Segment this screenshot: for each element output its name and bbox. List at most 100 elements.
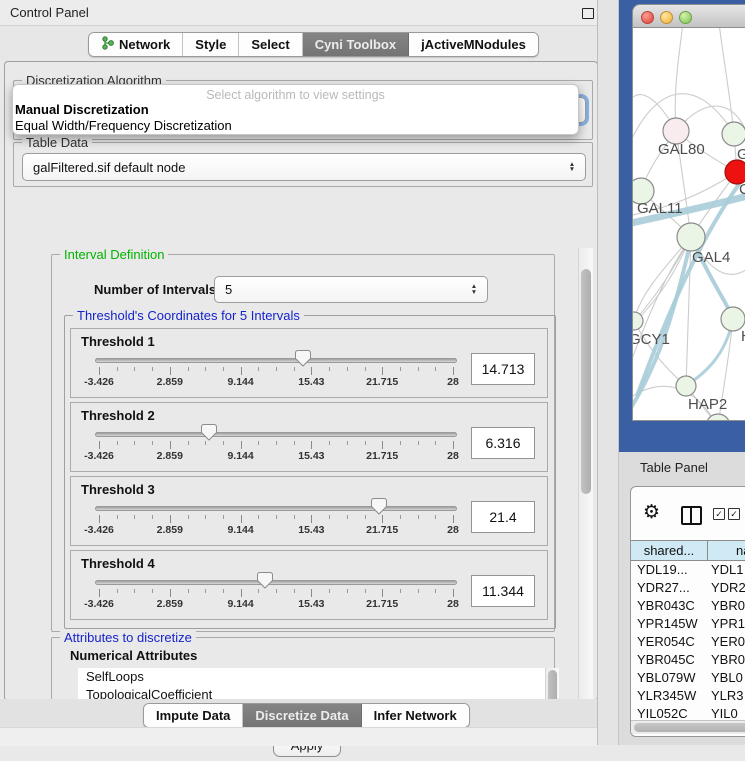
cell-name[interactable]: YPR1 [707,615,745,633]
tab-jactivemnodules[interactable]: jActiveMNodules [409,33,538,56]
slider-tick-label: -3.426 [84,376,114,388]
slider-track[interactable] [95,432,457,437]
cell-shared-name[interactable]: YDR27... [631,579,707,597]
tab-network-label: Network [119,37,170,52]
table-row[interactable]: YBR043CYBR0 [631,597,745,615]
cell-name[interactable]: YER0 [707,633,745,651]
tab-cyni-toolbox-label: Cyni Toolbox [315,37,396,52]
slider-tick-label: -3.426 [84,598,114,610]
cell-name[interactable]: YBL0 [707,669,745,687]
tab-infer-network[interactable]: Infer Network [362,704,469,727]
cell-shared-name[interactable]: YBR045C [631,651,707,669]
network-node[interactable] [722,122,745,146]
table-row[interactable]: YBR045CYBR0 [631,651,745,669]
zoom-traffic-light[interactable] [679,11,692,24]
cell-shared-name[interactable]: YER054C [631,633,707,651]
table-header-row: shared... na [631,540,745,561]
control-panel-titlebar: Control Panel ✕ [0,0,597,26]
cyni-toolbox-panel: Discretization Algorithm Table Data galF… [4,61,598,701]
slider-track[interactable] [95,580,457,585]
float-window-icon[interactable] [582,8,594,19]
tab-style[interactable]: Style [183,33,239,56]
cell-shared-name[interactable]: YBR043C [631,597,707,615]
interval-definition-group: Interval Definition Number of Intervals … [51,254,555,632]
cell-shared-name[interactable]: YBL079W [631,669,707,687]
cell-shared-name[interactable]: YDL19... [631,561,707,579]
checkbox-icon[interactable]: ✓ [728,508,740,520]
panel-divider[interactable] [597,0,619,745]
slider-thumb[interactable] [371,498,387,515]
attribute-list-item[interactable]: SelfLoops [78,668,558,686]
network-window-titlebar[interactable] [632,4,745,28]
cell-name[interactable]: YBR0 [707,651,745,669]
slider-tick-label: 28 [447,524,459,536]
column-header-shared-name[interactable]: shared... [631,541,708,560]
threshold-value-field[interactable]: 14.713 [471,353,535,385]
tab-select-label: Select [251,37,289,52]
slider-tick-label: 15.43 [298,376,324,388]
network-node[interactable] [677,223,705,251]
threshold-box-4: Threshold 4-3.4262.8599.14415.4321.71528… [70,550,548,620]
threshold-slider[interactable]: -3.4262.8599.14415.4321.71528 [95,571,457,611]
slider-tick-label: 2.859 [157,376,183,388]
checkbox-icon[interactable]: ✓ [713,508,725,520]
cell-name[interactable]: YDL1 [707,561,745,579]
slider-thumb[interactable] [295,350,311,367]
cell-name[interactable]: YLR3 [707,687,745,705]
cell-shared-name[interactable]: YLR345W [631,687,707,705]
table-horizontal-scrollbar[interactable] [631,720,745,734]
slider-tick-label: 21.715 [366,376,398,388]
tab-cyni-toolbox[interactable]: Cyni Toolbox [303,33,409,56]
algorithm-dropdown-popup: Select algorithm to view settings Manual… [12,84,579,135]
table-row[interactable]: YBL079WYBL0 [631,669,745,687]
cell-name[interactable]: YBR0 [707,597,745,615]
tab-network[interactable]: Network [89,33,183,56]
table-row[interactable]: YER054CYER0 [631,633,745,651]
table-row[interactable]: YPR145WYPR1 [631,615,745,633]
threshold-value-field[interactable]: 6.316 [471,427,535,459]
algorithm-option-equal-width[interactable]: Equal Width/Frequency Discretization [13,118,578,134]
threshold-slider[interactable]: -3.4262.8599.14415.4321.71528 [95,423,457,463]
combo-stepper-icon: ▲▼ [567,162,577,173]
number-of-intervals-combobox[interactable]: 5 ▲▼ [214,276,488,303]
minimize-traffic-light[interactable] [660,11,673,24]
threshold-slider[interactable]: -3.4262.8599.14415.4321.71528 [95,497,457,537]
table-row[interactable]: YLR345WYLR3 [631,687,745,705]
column-header-name[interactable]: na [708,541,745,560]
slider-tick-label: 9.144 [227,450,253,462]
top-tab-bar: Network Style Select Cyni Toolbox jActiv… [88,32,539,57]
network-view-canvas[interactable]: GAL80GACGAL11GAL4GCY1HHAP2 [632,28,745,421]
tab-infer-network-label: Infer Network [374,708,457,723]
close-traffic-light[interactable] [641,11,654,24]
cell-name[interactable]: YIL0 [707,705,745,720]
table-row[interactable]: YDL19...YDL1 [631,561,745,579]
table-row[interactable]: YIL052CYIL0 [631,705,745,720]
slider-track[interactable] [95,358,457,363]
slider-thumb[interactable] [257,572,273,589]
cell-name[interactable]: YDR2 [707,579,745,597]
slider-track[interactable] [95,506,457,511]
algorithm-option-manual[interactable]: Manual Discretization [13,102,578,118]
gear-icon[interactable]: ⚙ [643,501,660,524]
table-data-combobox[interactable]: galFiltered.sif default node ▲▼ [22,153,586,181]
slider-tick-label: 2.859 [157,450,183,462]
table-row[interactable]: YDR27...YDR2 [631,579,745,597]
slider-tick-label: 2.859 [157,598,183,610]
tab-select[interactable]: Select [239,33,302,56]
network-node[interactable] [676,376,696,396]
table-panel-region: Table Panel ⚙ ✓ ✓ shared... na YDL19...Y… [619,452,745,745]
tab-discretize-data[interactable]: Discretize Data [243,704,361,727]
threshold-box-1: Threshold 1-3.4262.8599.14415.4321.71528… [70,328,548,398]
cell-shared-name[interactable]: YPR145W [631,615,707,633]
threshold-value-field[interactable]: 11.344 [471,575,535,607]
interval-definition-title: Interval Definition [60,248,168,262]
threshold-value-field[interactable]: 21.4 [471,501,535,533]
tab-impute-data[interactable]: Impute Data [144,704,243,727]
cell-shared-name[interactable]: YIL052C [631,705,707,720]
slider-thumb[interactable] [201,424,217,441]
panel-scrollbar[interactable] [578,248,593,725]
bottom-tab-bar: Impute Data Discretize Data Infer Networ… [143,703,470,728]
algorithm-popup-hint: Select algorithm to view settings [13,88,578,102]
columns-icon[interactable] [681,506,702,525]
threshold-slider[interactable]: -3.4262.8599.14415.4321.71528 [95,349,457,389]
